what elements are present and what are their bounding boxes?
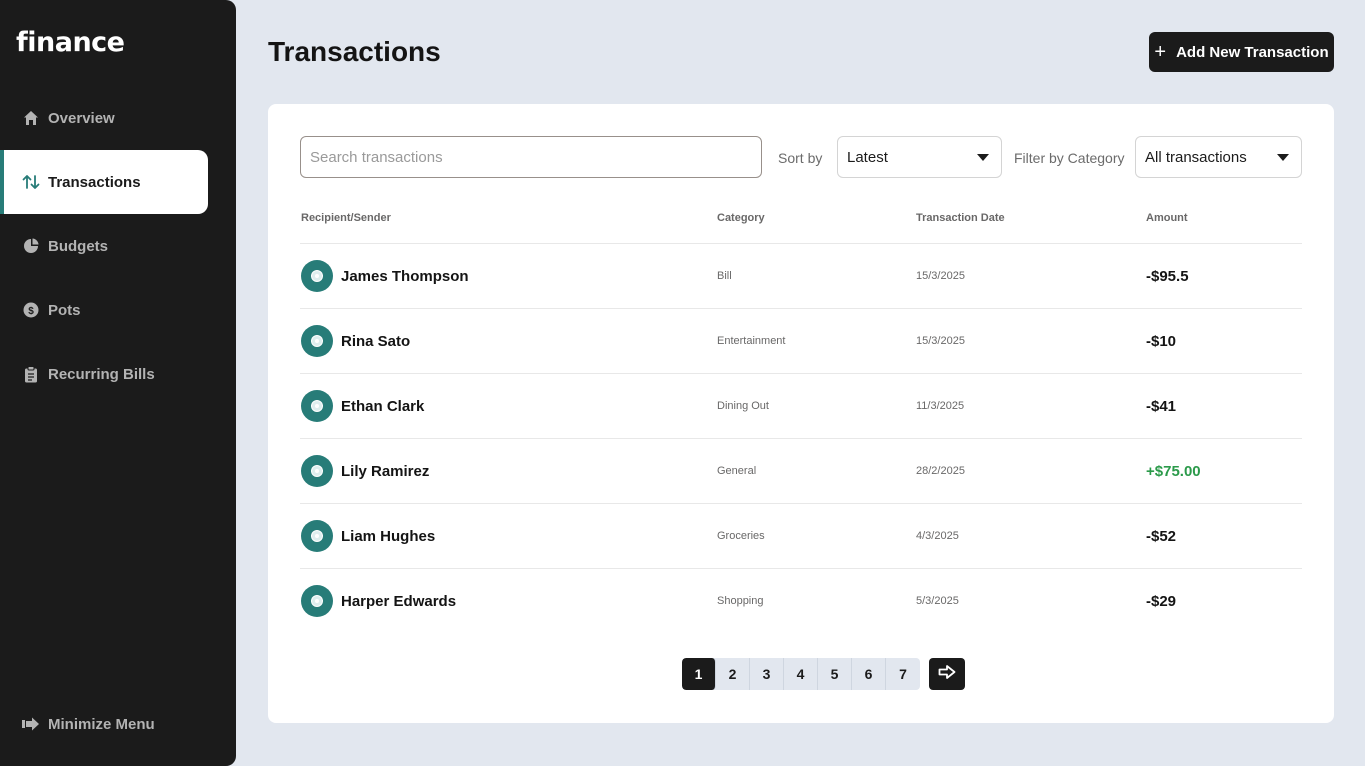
sidebar-item-pots[interactable]: $ Pots (0, 278, 208, 342)
recipient-name: James Thompson (341, 268, 469, 285)
amount-cell: -$29 (1146, 593, 1177, 610)
category-cell: Dining Out (717, 400, 769, 412)
date-cell: 5/3/2025 (916, 595, 959, 607)
column-header-amount: Amount (1146, 212, 1188, 224)
sort-select[interactable]: Latest (837, 136, 1002, 178)
sidebar-item-budgets[interactable]: Budgets (0, 214, 208, 278)
page-button-2[interactable]: 2 (716, 658, 750, 690)
table-row[interactable]: Ethan Clark Dining Out 11/3/2025 -$41 (300, 374, 1302, 439)
table-row[interactable]: James Thompson Bill 15/3/2025 -$95.5 (300, 244, 1302, 309)
column-header-recipient: Recipient/Sender (301, 212, 391, 224)
table-row[interactable]: Rina Sato Entertainment 15/3/2025 -$10 (300, 309, 1302, 374)
page-button-6[interactable]: 6 (852, 658, 886, 690)
sidebar-item-label: Budgets (48, 237, 108, 255)
transactions-card: Sort by Latest Filter by Category All tr… (268, 104, 1334, 723)
avatar (301, 585, 333, 617)
sort-by-label: Sort by (778, 150, 823, 166)
column-header-category: Category (717, 212, 765, 224)
avatar (301, 455, 333, 487)
clipboard-icon (22, 365, 40, 383)
avatar (301, 520, 333, 552)
sort-select-value: Latest (847, 148, 888, 166)
sidebar-item-label: Overview (48, 109, 115, 127)
minimize-menu: Minimize Menu (0, 692, 208, 756)
sidebar-item-transactions[interactable]: Transactions (0, 150, 208, 214)
date-cell: 28/2/2025 (916, 465, 965, 477)
sidebar-item-label: Pots (48, 301, 81, 319)
avatar (301, 390, 333, 422)
avatar (301, 325, 333, 357)
recipient-name: Liam Hughes (341, 528, 436, 545)
sidebar-item-label: Transactions (48, 173, 141, 191)
page-button-7[interactable]: 7 (886, 658, 920, 690)
add-button-label: Add New Transaction (1176, 43, 1329, 61)
category-select-value: All transactions (1145, 148, 1247, 166)
caret-down-icon (1277, 154, 1289, 161)
category-cell: Groceries (717, 530, 765, 542)
date-cell: 15/3/2025 (916, 270, 965, 282)
page-button-5[interactable]: 5 (818, 658, 852, 690)
filter-category-label: Filter by Category (1014, 150, 1125, 166)
category-select[interactable]: All transactions (1135, 136, 1302, 178)
recipient-name: Rina Sato (341, 333, 411, 350)
svg-text:$: $ (28, 306, 34, 317)
arrow-right-icon (938, 664, 956, 684)
add-new-transaction-button[interactable]: + Add New Transaction (1149, 32, 1334, 72)
search-input[interactable] (300, 136, 762, 178)
amount-cell: +$75.00 (1146, 463, 1201, 480)
page-button-4[interactable]: 4 (784, 658, 818, 690)
amount-cell: -$52 (1146, 528, 1177, 545)
amount-cell: -$95.5 (1146, 268, 1189, 285)
avatar (301, 260, 333, 292)
recipient-name: Harper Edwards (341, 593, 457, 610)
home-icon (22, 109, 40, 127)
plus-icon: + (1154, 41, 1167, 63)
date-cell: 11/3/2025 (916, 400, 965, 412)
category-cell: Entertainment (717, 335, 786, 347)
arrows-up-down-icon (22, 173, 40, 191)
arrow-left-icon (22, 715, 40, 733)
dollar-coin-icon: $ (22, 301, 40, 319)
table-row[interactable]: Liam Hughes Groceries 4/3/2025 -$52 (300, 504, 1302, 569)
sidebar: finance Overview Transactions Budgets $ … (0, 0, 236, 766)
recipient-name: Ethan Clark (341, 398, 425, 415)
column-header-date: Transaction Date (916, 212, 1005, 224)
category-cell: Shopping (717, 595, 764, 607)
recipient-name: Lily Ramirez (341, 463, 430, 480)
next-page-button[interactable] (929, 658, 965, 690)
amount-cell: -$10 (1146, 333, 1177, 350)
sidebar-nav: Overview Transactions Budgets $ Pots Rec… (0, 86, 208, 406)
sidebar-item-recurring-bills[interactable]: Recurring Bills (0, 342, 208, 406)
amount-cell: -$41 (1146, 398, 1177, 415)
category-cell: Bill (717, 270, 732, 282)
date-cell: 15/3/2025 (916, 335, 965, 347)
page-title: Transactions (268, 36, 441, 67)
table-row[interactable]: Harper Edwards Shopping 5/3/2025 -$29 (300, 569, 1302, 634)
sidebar-item-label: Recurring Bills (48, 365, 155, 383)
caret-down-icon (977, 154, 989, 161)
sidebar-item-overview[interactable]: Overview (0, 86, 208, 150)
date-cell: 4/3/2025 (916, 530, 959, 542)
page-button-1[interactable]: 1 (682, 658, 716, 690)
minimize-menu-label: Minimize Menu (48, 715, 155, 733)
page-button-3[interactable]: 3 (750, 658, 784, 690)
table-row[interactable]: Lily Ramirez General 28/2/2025 +$75.00 (300, 439, 1302, 504)
pie-chart-icon (22, 237, 40, 255)
pagination: 1 2 3 4 5 6 7 (682, 658, 920, 690)
category-cell: General (717, 465, 757, 477)
app-logo: finance (16, 27, 125, 58)
minimize-menu-button[interactable]: Minimize Menu (0, 692, 208, 756)
